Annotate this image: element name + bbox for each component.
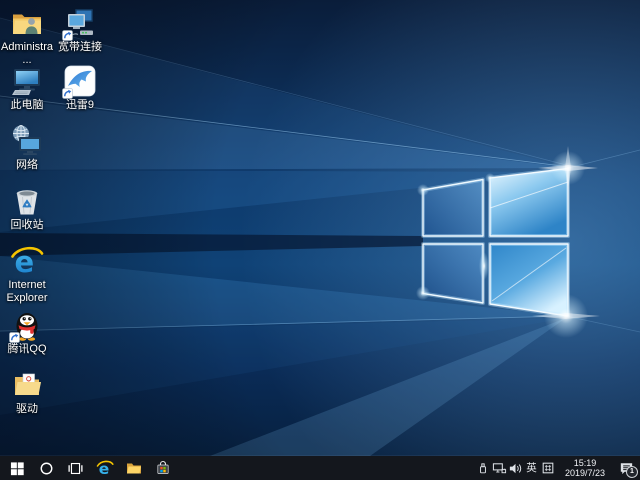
file-explorer-icon (126, 460, 142, 476)
usb-device-icon (476, 461, 490, 475)
task-view-button[interactable] (61, 456, 90, 480)
broadband-connection-icon (63, 6, 97, 40)
shortcut-arrow-overlay-icon (9, 332, 20, 343)
recycle-bin-icon (10, 184, 44, 218)
cortana-circle-icon (39, 461, 54, 476)
volume-button[interactable] (507, 456, 523, 480)
ime-grid-icon (541, 461, 555, 475)
desktop-icon-tencent-qq[interactable]: 腾讯QQ (0, 308, 54, 356)
desktop-icon-label: 网络 (16, 159, 38, 172)
thunder9-icon (63, 64, 97, 98)
windows-desktop: Administra... 宽带连接 (0, 0, 640, 480)
shortcut-arrow-overlay-icon (62, 88, 73, 99)
desktop-icon-thunder9[interactable]: 迅雷9 (53, 64, 107, 112)
ime-language-indicator[interactable]: 英 (523, 456, 540, 480)
internet-explorer-icon: e (96, 459, 114, 477)
network-icon (10, 124, 44, 158)
windows-start-icon (10, 461, 25, 476)
taskbar-internet-explorer-button[interactable]: e (90, 456, 119, 480)
desktop-icon-driver-folder[interactable]: 驱动 (0, 368, 54, 416)
svg-text:e: e (15, 245, 35, 278)
speaker-icon (508, 461, 523, 476)
driver-folder-icon (10, 368, 44, 402)
desktop-icon-recycle-bin[interactable]: 回收站 (0, 184, 54, 232)
desktop-icon-administrator-folder[interactable]: Administra... (0, 6, 54, 67)
tray-time: 15:19 (574, 458, 597, 468)
action-center-button[interactable]: 1 (614, 456, 638, 480)
start-button[interactable] (3, 456, 32, 480)
desktop-icon-label: 迅雷9 (66, 99, 94, 112)
desktop-icon-label: 回收站 (11, 219, 44, 232)
desktop-icon-label: 腾讯QQ (7, 343, 46, 356)
tray-date: 2019/7/23 (565, 468, 605, 478)
taskbar-file-explorer-button[interactable] (119, 456, 148, 480)
system-tray: 英 15:19 2019/7/23 1 (475, 456, 640, 480)
this-pc-icon (10, 64, 44, 98)
cortana-search-button[interactable] (32, 456, 61, 480)
user-folder-icon (10, 6, 44, 40)
desktop-icon-this-pc[interactable]: 此电脑 (0, 64, 54, 112)
shortcut-arrow-overlay-icon (62, 30, 73, 41)
internet-explorer-icon: e (10, 244, 44, 278)
microsoft-store-icon (155, 460, 171, 476)
desktop-icon-label: Internet Explorer (0, 279, 54, 305)
desktop-icon-network[interactable]: 网络 (0, 124, 54, 172)
taskbar: e (0, 456, 640, 480)
desktop-icon-internet-explorer[interactable]: e Internet Explorer (0, 244, 54, 305)
tencent-qq-icon (10, 308, 44, 342)
svg-text:e: e (98, 460, 109, 477)
desktop-icon-broadband-connection[interactable]: 宽带连接 (53, 6, 107, 54)
desktop-icon-label: 驱动 (16, 403, 38, 416)
safely-remove-hardware-button[interactable] (475, 456, 491, 480)
ime-toolbar-button[interactable] (540, 456, 556, 480)
task-view-icon (68, 461, 83, 476)
desktop-icon-label: 此电脑 (11, 99, 44, 112)
ethernet-network-icon (492, 461, 507, 476)
network-status-button[interactable] (491, 456, 507, 480)
taskbar-clock[interactable]: 15:19 2019/7/23 (556, 456, 614, 480)
desktop-icon-label: 宽带连接 (58, 41, 102, 54)
notification-badge: 1 (626, 466, 638, 478)
taskbar-microsoft-store-button[interactable] (148, 456, 177, 480)
taskbar-left-buttons: e (0, 456, 177, 480)
ime-language-text: 英 (526, 456, 537, 480)
